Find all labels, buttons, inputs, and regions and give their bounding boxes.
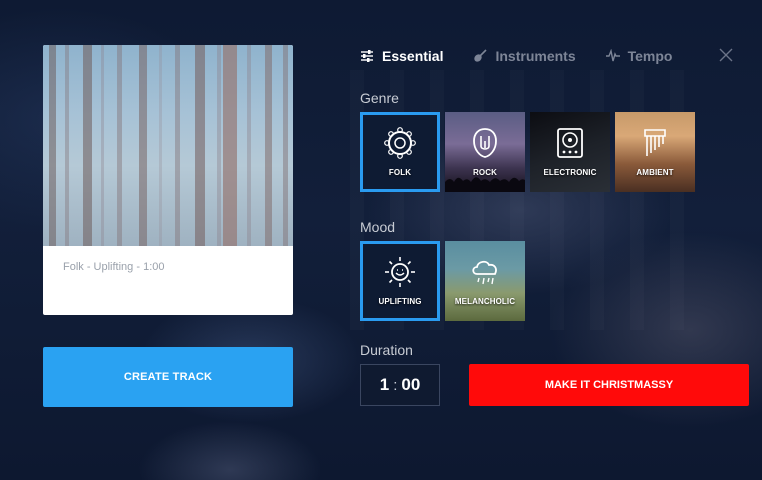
- turntable-icon: [557, 128, 583, 158]
- sliders-icon: [361, 50, 373, 62]
- cover-image-forest: [43, 45, 293, 246]
- tile-label: ELECTRONIC: [543, 168, 597, 177]
- mood-label: Mood: [360, 219, 396, 235]
- tambourine-icon: [384, 127, 416, 159]
- pan-flute-icon: [644, 129, 666, 156]
- tile-label: AMBIENT: [636, 168, 674, 177]
- genre-label: Genre: [360, 90, 399, 106]
- duration-label: Duration: [360, 342, 413, 358]
- duration-seconds[interactable]: 00: [401, 375, 420, 395]
- rock-hand-icon: [473, 128, 497, 158]
- settings-tabs: Essential Instruments Tempo: [360, 46, 702, 66]
- genre-option-rock[interactable]: ROCK: [445, 112, 525, 192]
- tile-label: UPLIFTING: [378, 297, 422, 306]
- make-it-christmassy-button[interactable]: MAKE IT CHRISTMASSY: [469, 364, 749, 406]
- duration-separator: :: [393, 376, 398, 394]
- mood-option-melancholic[interactable]: MELANCHOLIC: [445, 241, 525, 321]
- track-caption: Folk - Uplifting - 1:00: [63, 261, 165, 273]
- tile-label: FOLK: [388, 168, 412, 177]
- rain-cloud-icon: [472, 260, 497, 285]
- close-icon[interactable]: [719, 48, 733, 62]
- tab-label: Tempo: [627, 48, 673, 64]
- tab-label: Instruments: [495, 48, 576, 64]
- create-track-button[interactable]: CREATE TRACK: [43, 347, 293, 407]
- smiling-sun-icon: [385, 257, 415, 287]
- duration-stepper[interactable]: 1 : 00: [360, 364, 440, 406]
- track-preview-card: Folk - Uplifting - 1:00: [43, 45, 293, 315]
- genre-option-electronic[interactable]: ELECTRONIC: [530, 112, 610, 192]
- genre-option-ambient[interactable]: AMBIENT: [615, 112, 695, 192]
- tab-instruments[interactable]: Instruments: [473, 48, 576, 64]
- tab-essential[interactable]: Essential: [360, 48, 443, 64]
- genre-option-folk[interactable]: FOLK: [360, 112, 440, 192]
- guitar-icon: [474, 49, 488, 62]
- mood-option-uplifting[interactable]: UPLIFTING: [360, 241, 440, 321]
- tab-tempo[interactable]: Tempo: [605, 48, 673, 64]
- tile-label: ROCK: [473, 168, 497, 177]
- duration-minutes[interactable]: 1: [380, 375, 389, 395]
- pulse-icon: [605, 49, 620, 62]
- tile-label: MELANCHOLIC: [454, 297, 516, 306]
- tab-label: Essential: [382, 48, 444, 64]
